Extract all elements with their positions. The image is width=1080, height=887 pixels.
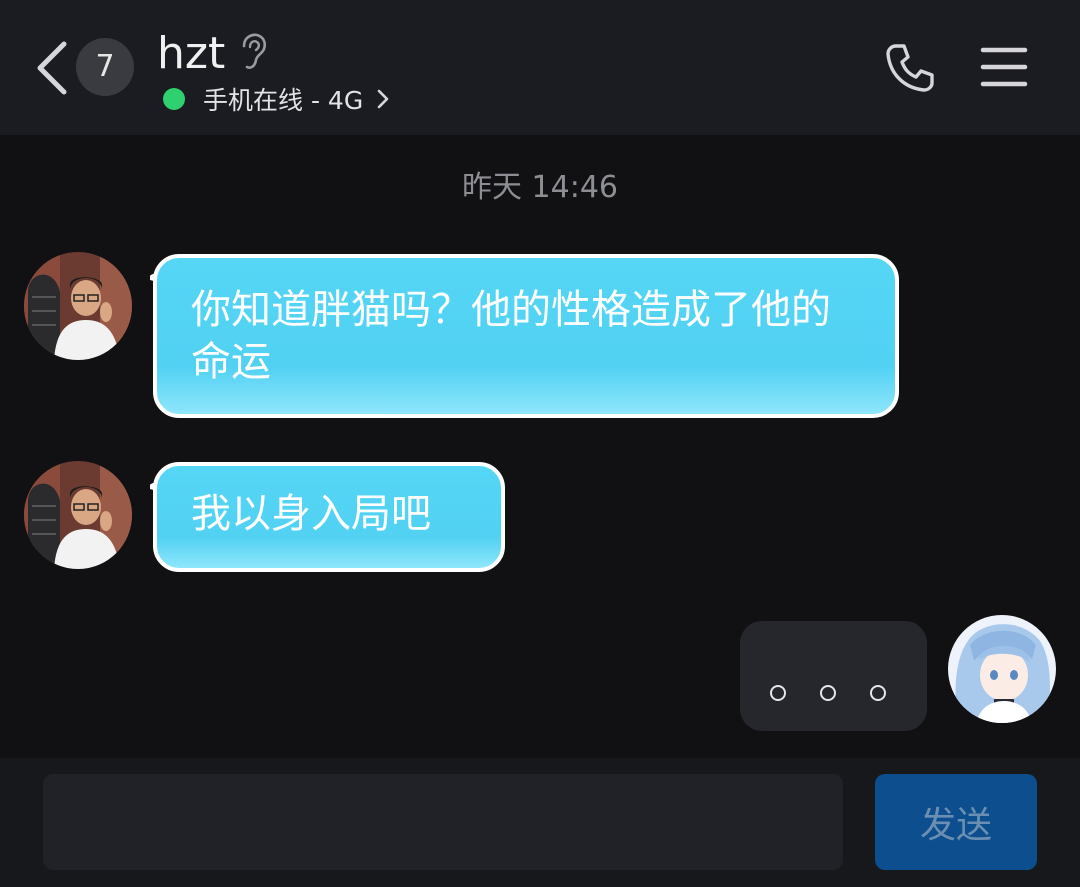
contact-avatar[interactable]: [24, 252, 132, 360]
dot: [870, 685, 886, 701]
send-button[interactable]: 发送: [875, 774, 1037, 870]
contact-name[interactable]: hzt: [157, 26, 225, 82]
message-text: 。。。: [740, 621, 741, 622]
message-input[interactable]: [43, 774, 843, 870]
message-input-bar: 发送: [0, 758, 1080, 887]
unread-count-badge[interactable]: 7: [76, 38, 134, 96]
phone-call-icon[interactable]: [882, 40, 938, 96]
online-status[interactable]: 手机在线 - 4G: [163, 84, 391, 115]
message-bubble-incoming[interactable]: 你知道胖猫吗？他的性格造成了他的命运: [153, 254, 899, 418]
contact-avatar[interactable]: [24, 461, 132, 569]
chat-header: 7 hzt 手机在线 - 4G: [0, 0, 1080, 135]
message-timestamp: 昨天 14:46: [462, 170, 618, 205]
online-status-dot: [163, 88, 185, 110]
dot: [820, 685, 836, 701]
ear-icon[interactable]: [238, 32, 268, 72]
message-bubble-incoming[interactable]: 我以身入局吧: [153, 462, 505, 572]
ellipsis-dots: [770, 685, 886, 701]
online-status-text: 手机在线 - 4G: [203, 86, 364, 115]
back-arrow-icon[interactable]: [34, 40, 70, 96]
my-avatar[interactable]: [948, 615, 1056, 723]
dot: [770, 685, 786, 701]
chevron-right-icon: [377, 89, 389, 109]
message-bubble-outgoing[interactable]: 。。。: [740, 621, 927, 731]
menu-icon[interactable]: [980, 46, 1028, 88]
